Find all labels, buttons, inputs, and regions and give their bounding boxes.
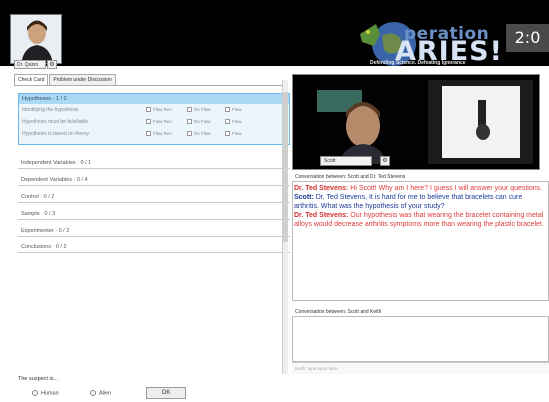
hypothesis-row: Identifying the hypothesis Flaw Rec. No … <box>19 104 289 116</box>
section-label: Conclusions · 0 / 2 <box>21 244 67 250</box>
section-experimenter[interactable]: Experimenter · 0 / 2 ¥ <box>18 226 290 237</box>
section-independent-variables[interactable]: Independent Variables · 0 / 1 ¥ <box>18 158 290 169</box>
section-hypotheses-title: Hypotheses · 1 / 2 <box>22 96 67 102</box>
conversation-header-2: Conversation between: Scott and Keith <box>295 309 382 315</box>
section-label: Independent Variables · 0 / 1 <box>21 160 92 166</box>
scrollbar-thumb[interactable] <box>283 92 288 242</box>
section-conclusions[interactable]: Conclusions · 0 / 2 ¥ <box>18 242 290 253</box>
chat-line: Dr. Ted Stevens: Our hypothesis was that… <box>294 212 544 228</box>
flaw-rec-checkbox[interactable]: Flaw Rec. <box>146 107 173 113</box>
conversation-log-2[interactable] <box>292 316 549 362</box>
section-hypotheses: Hypotheses · 1 / 2 ¥ Identifying the hyp… <box>18 93 290 145</box>
lab-scene-video <box>428 80 533 164</box>
video-name-plate: Scott <box>320 156 372 166</box>
no-flaw-checkbox[interactable]: No Flaw <box>187 131 211 137</box>
no-flaw-checkbox[interactable]: No Flaw <box>187 119 211 125</box>
scott-avatar-image <box>317 80 427 164</box>
scott-video <box>317 80 427 164</box>
player-avatar-image <box>11 15 61 63</box>
lab-scene-image <box>428 80 533 164</box>
section-label: Experimenter · 0 / 2 <box>21 228 70 234</box>
video-settings-icon[interactable]: ⚙ <box>380 156 390 166</box>
ok-button[interactable]: OK <box>146 387 186 399</box>
player-avatar-name: Dr. Quinn <box>14 60 46 69</box>
left-panel-scrollbar[interactable] <box>282 80 288 374</box>
hypothesis-row-label: Identifying the hypothesis <box>22 107 79 113</box>
section-label: Control · 0 / 2 <box>21 194 55 200</box>
section-control[interactable]: Control · 0 / 2 ¥ <box>18 192 290 203</box>
check-card-panel: Check Card Problem under Discussion Hypo… <box>14 74 290 384</box>
section-label: Sample · 0 / 3 <box>21 211 56 217</box>
section-label: Dependent Variables · 0 / 4 <box>21 177 88 183</box>
no-flaw-checkbox[interactable]: No Flaw <box>187 107 211 113</box>
flaw-checkbox[interactable]: Flaw <box>225 119 242 125</box>
section-hypotheses-header[interactable]: Hypotheses · 1 / 2 ¥ <box>19 94 289 104</box>
hypothesis-row-label: Hypothesis is based on theory <box>22 131 89 137</box>
score-display: 2:0 <box>506 24 549 52</box>
flaw-checkbox[interactable]: Flaw <box>225 131 242 137</box>
suspect-question: The suspect is... <box>18 376 59 382</box>
conversation-header: Conversation between: Scott and Dr. Ted … <box>295 174 406 180</box>
avatar-settings-icon[interactable]: ⚙ <box>47 60 57 69</box>
chat-input[interactable]: Keith: type input here <box>292 362 549 374</box>
radio-human[interactable]: Human <box>32 390 59 396</box>
section-dependent-variables[interactable]: Dependent Variables · 0 / 4 ¥ <box>18 175 290 186</box>
hypothesis-row: Hypothesis is based on theory Flaw Rec. … <box>19 128 289 140</box>
conversation-transcript: Dr. Ted Stevens: Hi Scott! Why am I here… <box>294 184 547 229</box>
tab-divider <box>14 85 282 86</box>
logo-tagline: Defending Science. Defeating Ignorance <box>370 60 466 66</box>
radio-alien[interactable]: Alien <box>90 390 111 396</box>
hypothesis-row-label: Hypothesis must be falsifiable <box>22 119 89 125</box>
hypothesis-row: Hypothesis must be falsifiable Flaw Rec.… <box>19 116 289 128</box>
section-sample[interactable]: Sample · 0 / 3 ¥ <box>18 209 290 220</box>
flaw-rec-checkbox[interactable]: Flaw Rec. <box>146 131 173 137</box>
chat-line: Dr. Ted Stevens: Hi Scott! Why am I here… <box>294 185 543 192</box>
flaw-rec-checkbox[interactable]: Flaw Rec. <box>146 119 173 125</box>
chat-line: Scott: Dr. Ted Stevens, It is hard for m… <box>294 194 523 210</box>
player-avatar <box>10 14 62 64</box>
flaw-checkbox[interactable]: Flaw <box>225 107 242 113</box>
